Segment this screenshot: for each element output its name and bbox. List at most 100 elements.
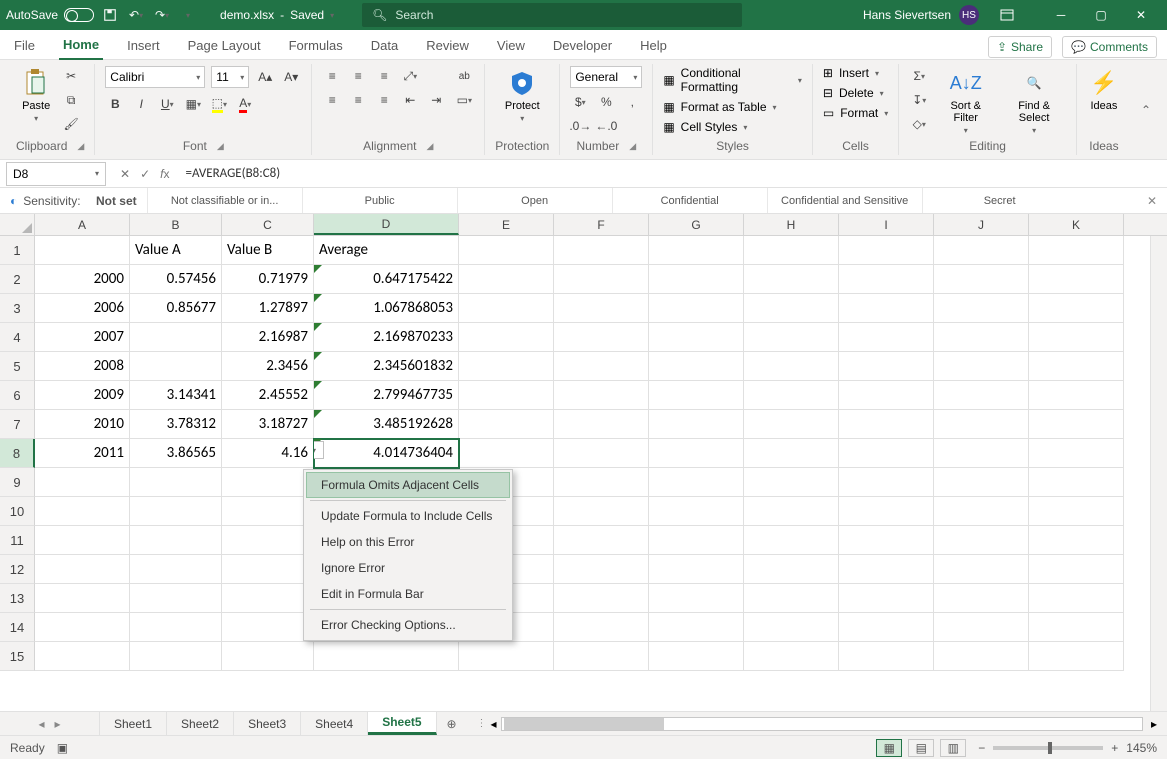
- cell-H8[interactable]: [744, 439, 839, 468]
- col-header-B[interactable]: B: [130, 214, 222, 235]
- row-header-5[interactable]: 5: [0, 352, 35, 381]
- cell-E8[interactable]: [459, 439, 554, 468]
- cell-I13[interactable]: [839, 584, 934, 613]
- cell-B15[interactable]: [130, 642, 222, 671]
- cell-A8[interactable]: 2011: [35, 439, 130, 468]
- cell-J3[interactable]: [934, 294, 1029, 323]
- cell-G1[interactable]: [649, 236, 744, 265]
- row-header-4[interactable]: 4: [0, 323, 35, 352]
- align-right-icon[interactable]: ≡: [374, 90, 394, 110]
- cell-B1[interactable]: Value A: [130, 236, 222, 265]
- increase-indent-icon[interactable]: ⇥: [426, 90, 446, 110]
- fx-icon[interactable]: fx: [160, 167, 169, 181]
- align-left-icon[interactable]: ≡: [322, 90, 342, 110]
- autosum-icon[interactable]: Σ▾: [909, 66, 929, 86]
- cell-E1[interactable]: [459, 236, 554, 265]
- cell-B9[interactable]: [130, 468, 222, 497]
- view-normal-icon[interactable]: ▦: [876, 739, 902, 757]
- hscroll-right-icon[interactable]: ▸: [1151, 717, 1157, 731]
- cell-I7[interactable]: [839, 410, 934, 439]
- font-name-combo[interactable]: Calibri▾: [105, 66, 205, 88]
- increase-decimal-icon[interactable]: .0→: [570, 116, 590, 136]
- sensitivity-opt-5[interactable]: Secret: [922, 188, 1077, 213]
- cell-I6[interactable]: [839, 381, 934, 410]
- cell-D6[interactable]: 2.799467735: [314, 381, 459, 410]
- tab-developer[interactable]: Developer: [549, 34, 616, 59]
- cell-F15[interactable]: [554, 642, 649, 671]
- cell-H11[interactable]: [744, 526, 839, 555]
- cell-C10[interactable]: [222, 497, 314, 526]
- comma-icon[interactable]: ,: [622, 92, 642, 112]
- cell-G8[interactable]: [649, 439, 744, 468]
- cell-B8[interactable]: 3.86565: [130, 439, 222, 468]
- row-header-6[interactable]: 6: [0, 381, 35, 410]
- cell-H13[interactable]: [744, 584, 839, 613]
- row-header-2[interactable]: 2: [0, 265, 35, 294]
- cell-J11[interactable]: [934, 526, 1029, 555]
- decrease-font-icon[interactable]: A▾: [281, 67, 301, 87]
- underline-icon[interactable]: U▾: [157, 94, 177, 114]
- cell-C14[interactable]: [222, 613, 314, 642]
- undo-icon[interactable]: ↶▾: [128, 7, 144, 23]
- user-area[interactable]: Hans Sievertsen HS: [863, 5, 979, 25]
- cell-C4[interactable]: 2.16987: [222, 323, 314, 352]
- cell-F9[interactable]: [554, 468, 649, 497]
- cell-C15[interactable]: [222, 642, 314, 671]
- cell-H12[interactable]: [744, 555, 839, 584]
- cell-K6[interactable]: [1029, 381, 1124, 410]
- cell-E4[interactable]: [459, 323, 554, 352]
- tab-help[interactable]: Help: [636, 34, 671, 59]
- cell-C7[interactable]: 3.18727: [222, 410, 314, 439]
- cell-B13[interactable]: [130, 584, 222, 613]
- search-box[interactable]: 🔍︎ Search: [362, 3, 742, 27]
- col-header-J[interactable]: J: [934, 214, 1029, 235]
- cell-C11[interactable]: [222, 526, 314, 555]
- row-header-11[interactable]: 11: [0, 526, 35, 555]
- col-header-H[interactable]: H: [744, 214, 839, 235]
- cell-J2[interactable]: [934, 265, 1029, 294]
- col-header-F[interactable]: F: [554, 214, 649, 235]
- number-format-combo[interactable]: General▾: [570, 66, 642, 88]
- row-header-3[interactable]: 3: [0, 294, 35, 323]
- launcher-icon[interactable]: ◢: [77, 141, 84, 152]
- cell-K2[interactable]: [1029, 265, 1124, 294]
- cell-H4[interactable]: [744, 323, 839, 352]
- col-header-C[interactable]: C: [222, 214, 314, 235]
- select-all-corner[interactable]: [0, 214, 35, 235]
- row-header-7[interactable]: 7: [0, 410, 35, 439]
- cell-I14[interactable]: [839, 613, 934, 642]
- paste-button[interactable]: Paste▾: [19, 66, 53, 125]
- cell-G12[interactable]: [649, 555, 744, 584]
- cell-A1[interactable]: [35, 236, 130, 265]
- zoom-in-icon[interactable]: +: [1111, 741, 1118, 755]
- italic-icon[interactable]: I: [131, 94, 151, 114]
- cell-F14[interactable]: [554, 613, 649, 642]
- cell-K11[interactable]: [1029, 526, 1124, 555]
- ctx-error-checking-options[interactable]: Error Checking Options...: [306, 612, 510, 638]
- enter-formula-icon[interactable]: ✓: [140, 167, 150, 181]
- cell-J15[interactable]: [934, 642, 1029, 671]
- cell-E7[interactable]: [459, 410, 554, 439]
- cell-I8[interactable]: [839, 439, 934, 468]
- redo-icon[interactable]: ↷▾: [154, 7, 170, 23]
- cell-G2[interactable]: [649, 265, 744, 294]
- cell-F12[interactable]: [554, 555, 649, 584]
- cell-H7[interactable]: [744, 410, 839, 439]
- col-header-G[interactable]: G: [649, 214, 744, 235]
- row-header-12[interactable]: 12: [0, 555, 35, 584]
- tab-page-layout[interactable]: Page Layout: [184, 34, 265, 59]
- cell-J12[interactable]: [934, 555, 1029, 584]
- name-box[interactable]: D8▾: [6, 162, 106, 186]
- sensitivity-opt-3[interactable]: Confidential: [612, 188, 767, 213]
- view-page-break-icon[interactable]: ▥: [940, 739, 966, 757]
- cell-F11[interactable]: [554, 526, 649, 555]
- cell-H5[interactable]: [744, 352, 839, 381]
- delete-cells-button[interactable]: ⊟Delete▾: [823, 86, 888, 100]
- cell-A6[interactable]: 2009: [35, 381, 130, 410]
- row-header-8[interactable]: 8: [0, 439, 35, 468]
- cell-F10[interactable]: [554, 497, 649, 526]
- row-header-1[interactable]: 1: [0, 236, 35, 265]
- cell-F8[interactable]: [554, 439, 649, 468]
- cell-J13[interactable]: [934, 584, 1029, 613]
- row-header-14[interactable]: 14: [0, 613, 35, 642]
